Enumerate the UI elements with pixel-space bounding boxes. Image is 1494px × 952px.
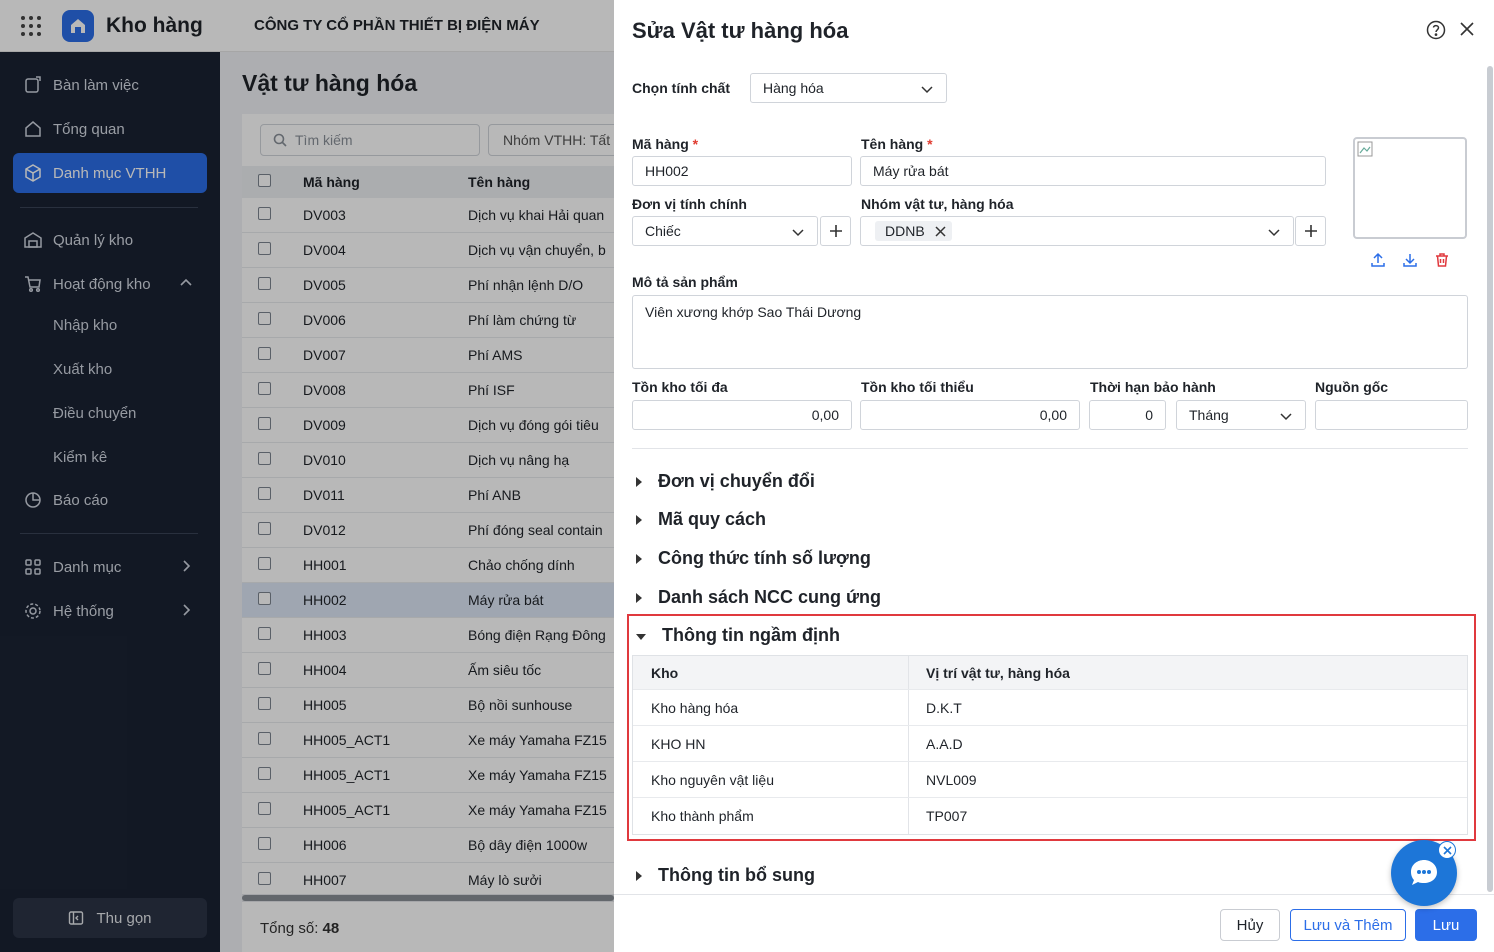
warranty-input[interactable]: 0 (1089, 400, 1166, 430)
cell-warehouse: KHO HN (633, 726, 909, 761)
chevron-down-icon (791, 225, 805, 242)
upload-icon[interactable] (1370, 252, 1386, 271)
description-label: Mô tả sản phẩm (632, 274, 738, 290)
caret-down-icon (636, 633, 646, 640)
drawer-footer: Hủy Lưu và Thêm Lưu (614, 894, 1494, 952)
description-textarea[interactable]: Viên xương khớp Sao Thái Dương (632, 295, 1468, 369)
add-group-button[interactable] (1295, 216, 1326, 246)
group-tag: DDNB (875, 221, 952, 241)
unit-label: Đơn vị tính chính (632, 196, 747, 212)
caret-right-icon (636, 553, 642, 564)
max-stock-input[interactable]: 0,00 (632, 400, 852, 430)
download-icon[interactable] (1402, 252, 1418, 271)
table-row[interactable]: Kho hàng hóa D.K.T (633, 690, 1467, 726)
delete-icon[interactable] (1434, 252, 1450, 271)
chat-icon (1407, 858, 1441, 888)
divider (632, 448, 1468, 449)
plus-icon (1304, 224, 1318, 238)
max-stock-label: Tồn kho tối đa (632, 379, 728, 395)
section-additional-info[interactable]: Thông tin bổ sung (636, 865, 815, 886)
group-select[interactable]: DDNB (860, 216, 1294, 246)
table-header: Kho Vị trí vật tư, hàng hóa (633, 656, 1467, 690)
name-label: Tên hàng * (861, 136, 933, 152)
vertical-scrollbar[interactable] (1487, 66, 1493, 892)
add-unit-button[interactable] (820, 216, 851, 246)
warranty-unit-select[interactable]: Tháng (1176, 400, 1306, 430)
product-image[interactable] (1353, 137, 1467, 239)
min-stock-input[interactable]: 0,00 (860, 400, 1080, 430)
edit-item-drawer: Sửa Vật tư hàng hóa Chọn tính chất Hàng … (614, 0, 1494, 952)
modal-overlay[interactable] (0, 0, 614, 952)
code-input[interactable]: HH002 (632, 156, 852, 186)
chevron-down-icon (1267, 225, 1281, 242)
plus-icon (829, 224, 843, 238)
property-select[interactable]: Hàng hóa (750, 73, 947, 103)
cell-location: TP007 (926, 808, 968, 824)
cell-location: D.K.T (926, 699, 962, 716)
unit-value: Chiếc (645, 223, 681, 239)
save-button[interactable]: Lưu (1415, 909, 1477, 941)
group-label: Nhóm vật tư, hàng hóa (861, 196, 1014, 212)
name-input[interactable]: Máy rửa bát (860, 156, 1326, 186)
unit-select[interactable]: Chiếc (632, 216, 818, 246)
section-supplier-list[interactable]: Danh sách NCC cung ứng (636, 587, 881, 608)
cancel-button[interactable]: Hủy (1220, 909, 1280, 941)
chevron-down-icon (1279, 409, 1293, 426)
default-location-table: Kho Vị trí vật tư, hàng hóa Kho hàng hóa… (632, 655, 1468, 835)
cell-warehouse: Kho nguyên vật liệu (633, 762, 909, 797)
table-row[interactable]: Kho thành phẩm TP007 (633, 798, 1467, 834)
caret-right-icon (636, 514, 642, 525)
warranty-unit-value: Tháng (1189, 407, 1229, 423)
code-label: Mã hàng * (632, 136, 699, 152)
help-icon[interactable] (1426, 20, 1446, 43)
drawer-title: Sửa Vật tư hàng hóa (632, 18, 849, 43)
caret-right-icon (636, 870, 642, 881)
table-row[interactable]: Kho nguyên vật liệu NVL009 (633, 762, 1467, 798)
broken-image-icon (1357, 141, 1373, 157)
caret-right-icon (636, 592, 642, 603)
chat-close-icon[interactable] (1438, 841, 1456, 859)
column-header-warehouse: Kho (633, 656, 909, 689)
group-tag-label: DDNB (885, 223, 925, 239)
section-spec-code[interactable]: Mã quy cách (636, 509, 766, 530)
property-label: Chọn tính chất (632, 80, 730, 96)
section-default-info[interactable]: Thông tin ngầm định (636, 625, 840, 646)
column-header-location: Vị trí vật tư, hàng hóa (926, 664, 1070, 681)
remove-tag-icon[interactable] (935, 225, 946, 237)
table-row[interactable]: KHO HN A.A.D (633, 726, 1467, 762)
cell-location: NVL009 (926, 771, 977, 788)
section-conversion-units[interactable]: Đơn vị chuyển đổi (636, 471, 815, 492)
cell-location: A.A.D (926, 735, 963, 752)
min-stock-label: Tồn kho tối thiểu (861, 379, 974, 395)
save-and-add-button[interactable]: Lưu và Thêm (1290, 909, 1406, 941)
warranty-label: Thời hạn bảo hành (1090, 379, 1216, 395)
cell-warehouse: Kho thành phẩm (633, 798, 909, 834)
section-quantity-formula[interactable]: Công thức tính số lượng (636, 548, 871, 569)
caret-right-icon (636, 476, 642, 487)
close-icon[interactable] (1458, 20, 1476, 41)
property-value: Hàng hóa (763, 80, 824, 96)
origin-input[interactable] (1315, 400, 1468, 430)
chevron-down-icon (920, 82, 934, 99)
cell-warehouse: Kho hàng hóa (633, 690, 909, 725)
origin-label: Nguồn gốc (1315, 379, 1389, 395)
